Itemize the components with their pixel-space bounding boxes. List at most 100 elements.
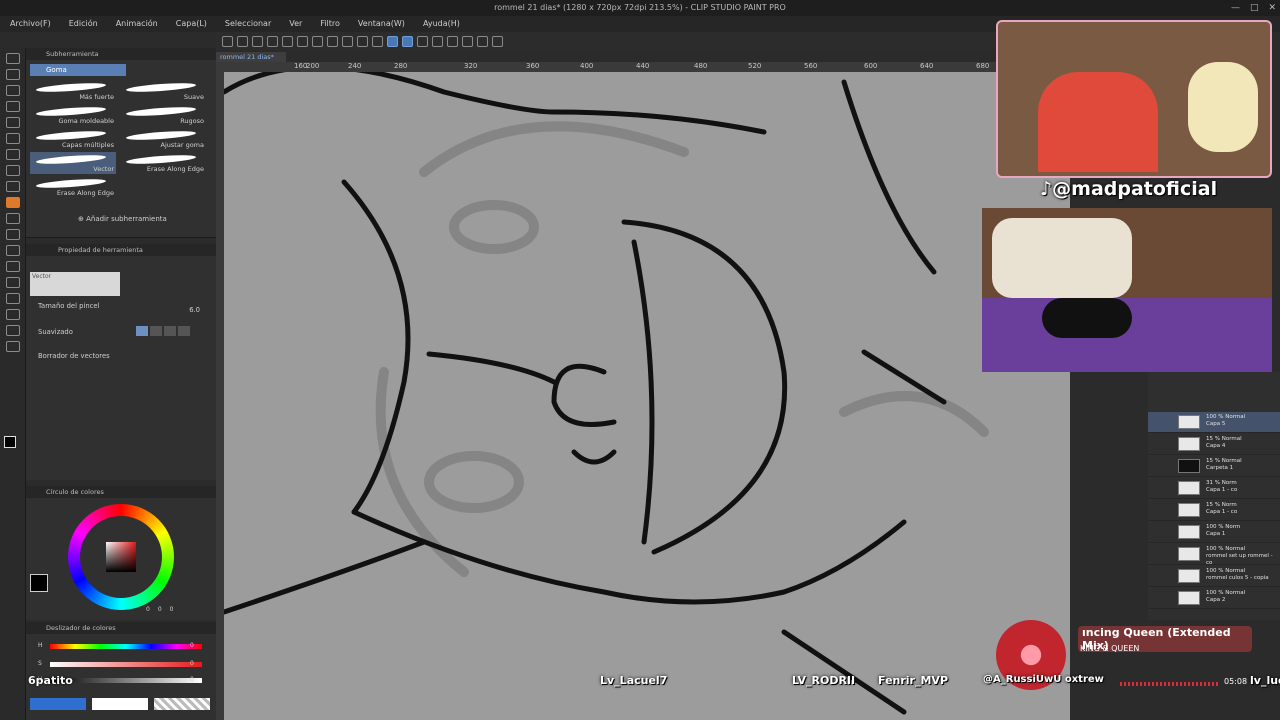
brush-preset[interactable]: Erase Along Edge — [30, 176, 116, 198]
brush-preset[interactable]: Más fuerte — [30, 80, 116, 102]
pillow — [992, 218, 1132, 298]
transform-icon[interactable] — [342, 35, 353, 47]
menu-file[interactable]: Archivo(F) — [0, 16, 59, 32]
menu-help[interactable]: Ayuda(H) — [413, 16, 468, 32]
operation-tool-icon[interactable] — [6, 69, 20, 80]
selection-tool-icon[interactable] — [6, 101, 20, 112]
canvas-tab[interactable]: rommel 21 dias* — [216, 52, 286, 62]
layer-row[interactable]: 15 % Normal Carpeta 1 — [1148, 456, 1280, 477]
text-tool-icon[interactable] — [6, 309, 20, 320]
smoothing-option[interactable] — [178, 326, 190, 336]
brush-preset[interactable]: Capas múltiples — [30, 128, 116, 150]
crop-icon[interactable] — [372, 35, 383, 47]
clear-icon[interactable] — [327, 35, 338, 47]
brush-tool-icon[interactable] — [6, 181, 20, 192]
maximize-button[interactable]: □ — [1250, 0, 1259, 16]
frame-tool-icon[interactable] — [6, 277, 20, 288]
color-wheel[interactable] — [68, 504, 174, 610]
subtool-group-tab[interactable]: Goma — [30, 64, 126, 76]
layer-row[interactable]: 15 % Norm Capa 1 - co — [1148, 500, 1280, 521]
pencil-tool-icon[interactable] — [6, 165, 20, 176]
eyedropper-tool-icon[interactable] — [6, 133, 20, 144]
correct-line-tool-icon[interactable] — [6, 341, 20, 352]
color-history-swatch[interactable] — [30, 698, 86, 710]
smoothing-option[interactable] — [164, 326, 176, 336]
layer-row[interactable]: 100 % Normal rommel set up rommel - co — [1148, 544, 1280, 566]
brush-preset[interactable]: Rugoso — [120, 104, 206, 126]
menu-layer[interactable]: Capa(L) — [166, 16, 215, 32]
main-color-swatch[interactable] — [30, 574, 48, 592]
foreground-color-swatch[interactable] — [4, 436, 16, 448]
layer-name: Capa 1 - co — [1206, 487, 1238, 493]
settings-icon[interactable] — [312, 35, 323, 47]
menu-view[interactable]: Ver — [279, 16, 310, 32]
figure-tool-icon[interactable] — [6, 261, 20, 272]
ruler-tick: 560 — [804, 62, 818, 70]
brush-size-value[interactable]: 6.0 — [189, 306, 200, 314]
move-layer-tool-icon[interactable] — [6, 85, 20, 96]
brush-preset[interactable]: Goma moldeable — [30, 104, 116, 126]
drawing-canvas[interactable] — [224, 72, 1070, 720]
color-history-swatch[interactable] — [92, 698, 148, 710]
ruler-tool-icon[interactable] — [6, 293, 20, 304]
scale-icon[interactable] — [357, 35, 368, 47]
blend-tool-icon[interactable] — [6, 213, 20, 224]
balloon-tool-icon[interactable] — [6, 325, 20, 336]
layer-row[interactable]: 100 % Norm Capa 1 — [1148, 522, 1280, 543]
saturation-value: 0 — [190, 660, 194, 667]
pen-pressure-icon[interactable] — [417, 35, 428, 47]
outline-stroke — [224, 72, 767, 135]
chat-user: Fenrir_MVP — [878, 674, 949, 687]
undo-icon[interactable] — [282, 35, 293, 47]
menu-edit[interactable]: Edición — [59, 16, 106, 32]
export-icon[interactable] — [267, 35, 278, 47]
close-button[interactable]: ✕ — [1268, 0, 1276, 16]
gradient-tool-icon[interactable] — [6, 245, 20, 256]
redo-icon[interactable] — [297, 35, 308, 47]
smoothing-options[interactable] — [136, 326, 196, 336]
layer-row[interactable]: 15 % Normal Capa 4 — [1148, 434, 1280, 455]
minimize-button[interactable]: — — [1231, 0, 1240, 16]
fill-tool-icon[interactable] — [6, 229, 20, 240]
menu-filter[interactable]: Filtro — [310, 16, 348, 32]
brush-preset-label: Rugoso — [180, 117, 204, 125]
grid-icon[interactable] — [447, 35, 458, 47]
layer-thumbnail — [1178, 525, 1200, 539]
smoothing-option[interactable] — [136, 326, 148, 336]
layer-row[interactable]: 100 % Normal Capa 2 — [1148, 588, 1280, 609]
layer-info: 31 % Norm Capa 1 - co — [1206, 480, 1237, 494]
brush-preset-selected[interactable]: Vector — [30, 152, 116, 174]
layer-row[interactable]: 100 % Normal rommel culos 5 - copia — [1148, 566, 1280, 587]
selection-launcher-icon[interactable] — [432, 35, 443, 47]
brush-preset[interactable]: Erase Along Edge — [120, 152, 206, 174]
hue-slider[interactable] — [50, 644, 202, 649]
zoom-tool-icon[interactable] — [6, 53, 20, 64]
smoothing-option[interactable] — [150, 326, 162, 336]
symmetry-icon[interactable] — [462, 35, 473, 47]
window-title: rommel 21 dias* (1280 x 720px 72dpi 213.… — [494, 3, 786, 12]
menu-window[interactable]: Ventana(W) — [348, 16, 413, 32]
transparent-swatch[interactable] — [154, 698, 210, 710]
brush-preset[interactable]: Ajustar goma — [120, 128, 206, 150]
brush-preset[interactable]: Suave — [120, 80, 206, 102]
auto-select-tool-icon[interactable] — [6, 117, 20, 128]
add-subtool-button[interactable]: ⊕ Añadir subherramienta — [78, 215, 167, 223]
share-icon[interactable] — [492, 35, 503, 47]
menu-select[interactable]: Seleccionar — [215, 16, 279, 32]
snap-ruler-icon[interactable] — [387, 35, 398, 47]
layer-row[interactable]: 31 % Norm Capa 1 - co — [1148, 478, 1280, 499]
ruler-icon[interactable] — [477, 35, 488, 47]
saturation-value-square[interactable] — [106, 542, 136, 572]
snap-special-ruler-icon[interactable] — [402, 35, 413, 47]
open-file-icon[interactable] — [237, 35, 248, 47]
saturation-slider[interactable] — [50, 662, 202, 667]
chat-user-left: 6patito — [28, 674, 73, 687]
brush-stroke-preview — [35, 177, 107, 190]
new-file-icon[interactable] — [222, 35, 233, 47]
save-icon[interactable] — [252, 35, 263, 47]
sketch-eye-shape — [424, 451, 524, 513]
layer-row[interactable]: 100 % Normal Capa 5 — [1148, 412, 1280, 433]
pen-tool-icon[interactable] — [6, 149, 20, 160]
menu-animation[interactable]: Animación — [106, 16, 166, 32]
eraser-tool-icon[interactable] — [6, 197, 20, 208]
